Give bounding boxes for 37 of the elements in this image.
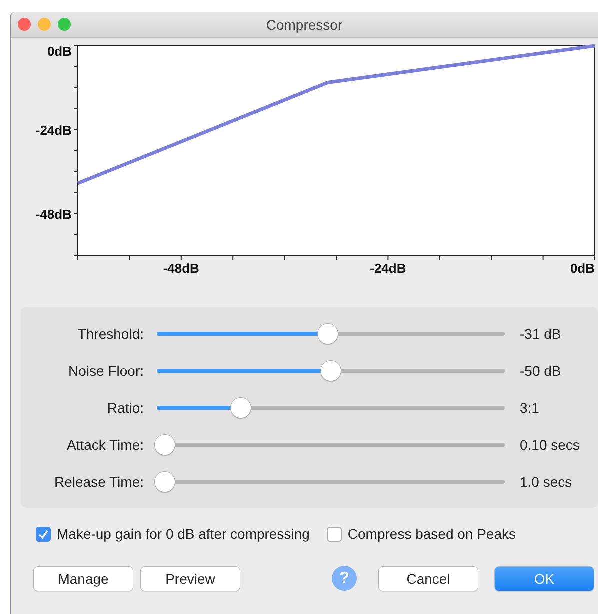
slider-label: Threshold: <box>76 326 144 342</box>
dialog-button[interactable]: Manage <box>34 566 133 590</box>
slider-thumb[interactable] <box>231 398 252 418</box>
x-tick-label: 0dB <box>570 261 595 276</box>
slider-thumb[interactable] <box>155 434 175 454</box>
slider-value: 3:1 <box>520 400 540 416</box>
slider-value: -31 dB <box>520 326 562 342</box>
slider-label: Attack Time: <box>66 436 144 452</box>
dialog-button[interactable]: Preview <box>141 566 240 590</box>
slider-label: Noise Floor: <box>68 362 144 378</box>
slider[interactable] <box>155 322 507 344</box>
slider[interactable] <box>155 470 507 492</box>
x-tick-label: -24dB <box>370 261 406 276</box>
checkbox[interactable] <box>36 526 51 542</box>
minimize-button[interactable] <box>38 18 51 31</box>
zoom-button[interactable] <box>58 18 71 31</box>
slider-value: 0.10 secs <box>520 436 580 452</box>
checkbox-label: Compress based on Peaks <box>348 526 516 542</box>
checkbox[interactable] <box>326 526 342 542</box>
slider-value: 1.0 secs <box>520 474 572 490</box>
slider-thumb[interactable] <box>318 324 338 344</box>
slider-thumb[interactable] <box>321 360 341 380</box>
slider[interactable] <box>155 396 507 418</box>
slider-thumb[interactable] <box>155 472 175 492</box>
dialog-button[interactable]: Cancel <box>379 566 478 590</box>
slider[interactable] <box>155 360 507 382</box>
slider-label: Ratio: <box>106 400 144 416</box>
slider-value: -50 dB <box>520 362 562 378</box>
y-tick-label: -24dB <box>36 123 72 138</box>
window-title: Compressor <box>266 16 343 32</box>
y-tick-label: 0dB <box>47 44 72 59</box>
y-tick-label: -48dB <box>36 207 72 222</box>
slider-label: Release Time: <box>54 474 144 490</box>
x-tick-label: -48dB <box>163 261 200 276</box>
checkbox-label: Make-up gain for 0 dB after compressing <box>57 526 310 542</box>
slider[interactable] <box>155 434 507 456</box>
close-button[interactable] <box>18 18 31 31</box>
